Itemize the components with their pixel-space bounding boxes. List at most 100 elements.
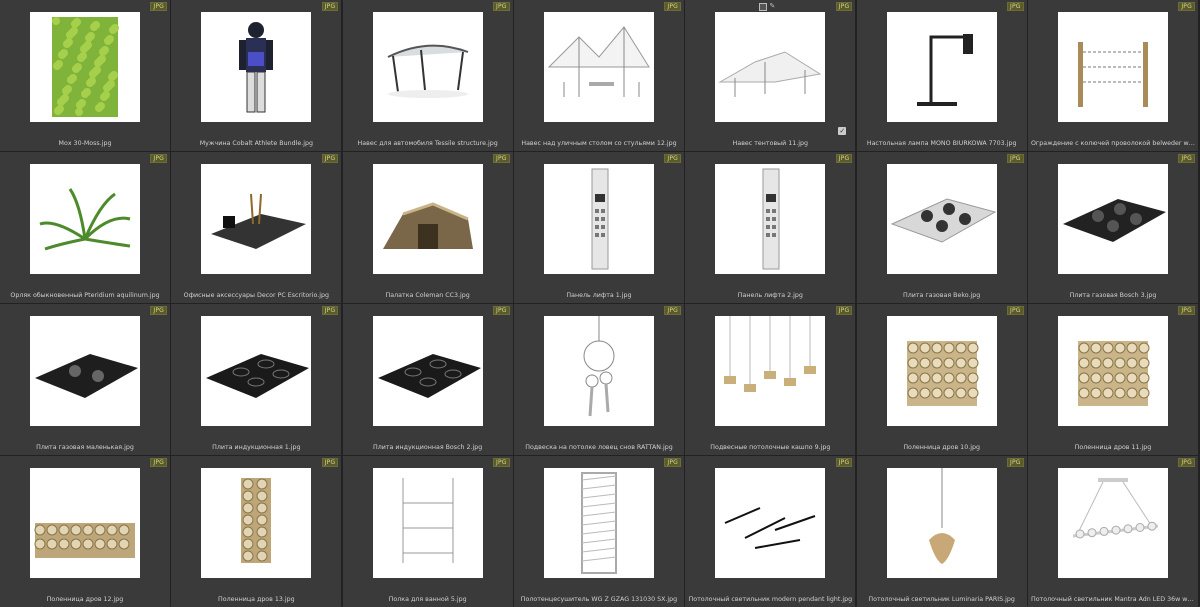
bathroom-shelf-thumbnail — [372, 468, 483, 578]
file-thumbnail-tile[interactable]: JPG Орляк обыкновенный Pteridium aquilinu… — [0, 152, 170, 303]
file-thumbnail-tile[interactable]: JPG Палатка Coleman CC3.jpg — [342, 152, 513, 303]
induction-hob-thumbnail — [201, 316, 312, 426]
man-athlete-thumbnail — [201, 12, 312, 122]
file-type-badge: JPG — [321, 2, 339, 11]
file-name-label: Подвесные потолочные кашпо 9.jpg — [710, 444, 831, 451]
file-type-badge: JPG — [664, 2, 681, 11]
file-thumbnail-tile[interactable]: JPG Потолочный светильник Mantra Adn LED … — [1027, 456, 1198, 607]
file-thumbnail-tile[interactable]: JPG Потолочный светильник Luminaria PARIS… — [856, 456, 1027, 607]
file-thumbnail-tile[interactable]: JPG Плита газовая Beko.jpg — [856, 152, 1027, 303]
file-type-badge: JPG — [1178, 154, 1195, 163]
file-name-label: Палатка Coleman CC3.jpg — [385, 292, 470, 299]
file-type-badge: JPG — [1007, 2, 1024, 11]
select-box-icon[interactable] — [759, 3, 768, 11]
file-thumbnail-tile[interactable]: JPG Плита газовая маленькая.jpg — [0, 304, 170, 455]
file-type-badge: JPG — [150, 2, 167, 11]
file-thumbnail-tile[interactable]: JPG Плита индукционная Bosch 2.jpg — [342, 304, 513, 455]
file-thumbnail-tile[interactable]: JPG Ограждение с колючей проволокой belwe… — [1027, 0, 1198, 151]
file-name-label: Полотенцесушитель WG Z GZAG 131030 SX.jp… — [520, 596, 678, 603]
moss-panel-thumbnail — [30, 12, 140, 122]
file-thumbnail-grid: JPG Мох 30-Moss.jpg JPG Мужчина Cobalt Athl… — [0, 0, 1200, 607]
file-name-label: Настольная лампа MONO BIURKOWA 7703.jpg — [866, 140, 1017, 147]
file-thumbnail-tile[interactable]: JPG Подвеска на потолке ловец снов RATTAN… — [513, 304, 684, 455]
file-thumbnail-tile[interactable]: JPG Панель лифта 1.jpg — [513, 152, 684, 303]
file-name-label: Мужчина Cobalt Athlete Bundle.jpg — [199, 140, 313, 147]
file-thumbnail-tile[interactable]: JPG Навес над уличным столом со стульями … — [513, 0, 684, 151]
file-thumbnail-tile[interactable]: JPG Потолочный светильник modern pendant … — [685, 456, 856, 607]
induction-hob-thumbnail — [372, 316, 483, 426]
file-name-label: Плита газовая Bosch 3.jpg — [1069, 292, 1157, 299]
woodpile-thumbnail — [886, 316, 997, 426]
file-type-badge: JPG — [835, 154, 853, 163]
file-type-badge: JPG — [1178, 458, 1195, 467]
file-name-label: Мох 30-Moss.jpg — [58, 140, 112, 147]
file-thumbnail-tile[interactable]: JPG Полотенцесушитель WG Z GZAG 131030 SX… — [513, 456, 684, 607]
file-type-badge: JPG — [1007, 458, 1024, 467]
gas-stove-dark-thumbnail — [1057, 164, 1168, 274]
file-name-label: Плита газовая Beko.jpg — [903, 292, 981, 299]
file-name-label: Офисные аксессуары Decor PC Escritorio.j… — [183, 292, 330, 299]
file-name-label: Потолочный светильник modern pendant lig… — [688, 596, 853, 603]
file-type-badge: JPG — [150, 306, 167, 315]
file-thumbnail-tile[interactable]: JPG Подвесные потолочные кашпо 9.jpg — [685, 304, 856, 455]
file-thumbnail-tile[interactable]: JPG Поленница дров 10.jpg — [856, 304, 1027, 455]
file-name-label: Потолочный светильник Luminaria PARIS.jp… — [868, 596, 1015, 603]
file-thumbnail-tile[interactable]: JPG Навес тентовый 11.jpg ✎ ✓ — [685, 0, 856, 151]
file-name-label: Ограждение с колючей проволокой belweder… — [1030, 140, 1198, 147]
file-name-label: Плита индукционная 1.jpg — [212, 444, 301, 451]
file-thumbnail-tile[interactable]: JPG Навес для автомобиля Tessile structur… — [342, 0, 513, 151]
file-type-badge: JPG — [321, 458, 339, 467]
file-type-badge: JPG — [835, 306, 853, 315]
file-name-label: Плита индукционная Bosch 2.jpg — [373, 444, 483, 451]
file-name-label: Подвеска на потолке ловец снов RATTAN.jp… — [525, 444, 673, 451]
file-name-label: Плита газовая маленькая.jpg — [36, 444, 134, 451]
file-name-label: Поленница дров 12.jpg — [46, 596, 124, 603]
woodpile-thumbnail — [1057, 316, 1168, 426]
file-thumbnail-tile[interactable]: JPG Офисные аксессуары Decor PC Escritori… — [171, 152, 342, 303]
edit-pen-icon[interactable]: ✎ — [769, 3, 776, 10]
file-type-badge: JPG — [150, 458, 167, 467]
file-name-label: Орляк обыкновенный Pteridium aquilinum.j… — [10, 292, 160, 299]
file-type-badge: JPG — [493, 458, 510, 467]
file-type-badge: JPG — [1007, 306, 1024, 315]
file-name-label: Полка для ванной 5.jpg — [388, 596, 467, 603]
file-thumbnail-tile[interactable]: JPG Полка для ванной 5.jpg — [342, 456, 513, 607]
file-name-label: Навес для автомобиля Tessile structure.j… — [357, 140, 498, 147]
file-type-badge: JPG — [835, 458, 853, 467]
file-name-label: Панель лифта 2.jpg — [737, 292, 803, 299]
gas-stove-thumbnail — [886, 164, 997, 274]
file-type-badge: JPG — [664, 154, 681, 163]
file-name-label: Навес тентовый 11.jpg — [732, 140, 808, 147]
car-canopy-thumbnail — [372, 12, 483, 122]
file-type-badge: JPG — [493, 306, 510, 315]
elevator-panel-thumbnail — [715, 164, 826, 274]
file-type-badge: JPG — [1007, 154, 1024, 163]
tent-table-thumbnail — [543, 12, 654, 122]
woodpile-tower-thumbnail — [201, 468, 312, 578]
tent-canopy-thumbnail — [715, 12, 826, 122]
pendant-light-thumbnail — [715, 468, 826, 578]
hanging-planters-thumbnail — [715, 316, 826, 426]
woodpile-long-thumbnail — [30, 468, 140, 578]
file-thumbnail-tile[interactable]: JPG Мужчина Cobalt Athlete Bundle.jpg — [171, 0, 342, 151]
selection-checkbox-icon[interactable]: ✓ — [838, 127, 847, 135]
file-type-badge: JPG — [1178, 2, 1195, 11]
file-thumbnail-tile[interactable]: JPG Мох 30-Moss.jpg — [0, 0, 170, 151]
hover-tools: ✎ — [759, 3, 776, 11]
file-name-label: Поленница дров 11.jpg — [1074, 444, 1152, 451]
file-thumbnail-tile[interactable]: JPG Поленница дров 11.jpg — [1027, 304, 1198, 455]
rattan-pendant-thumbnail — [886, 468, 997, 578]
towel-warmer-thumbnail — [543, 468, 654, 578]
linear-pendant-thumbnail — [1057, 468, 1168, 578]
file-type-badge: JPG — [835, 2, 853, 11]
file-thumbnail-tile[interactable]: JPG Поленница дров 12.jpg — [0, 456, 170, 607]
file-type-badge: JPG — [321, 154, 339, 163]
file-thumbnail-tile[interactable]: JPG Плита газовая Bosch 3.jpg — [1027, 152, 1198, 303]
desk-lamp-thumbnail — [886, 12, 997, 122]
file-thumbnail-tile[interactable]: JPG Плита индукционная 1.jpg — [171, 304, 342, 455]
file-thumbnail-tile[interactable]: JPG Панель лифта 2.jpg — [685, 152, 856, 303]
file-type-badge: JPG — [664, 458, 681, 467]
file-thumbnail-tile[interactable]: JPG Настольная лампа MONO BIURKOWA 7703.j… — [856, 0, 1027, 151]
file-thumbnail-tile[interactable]: JPG Поленница дров 13.jpg — [171, 456, 342, 607]
file-type-badge: JPG — [321, 306, 339, 315]
